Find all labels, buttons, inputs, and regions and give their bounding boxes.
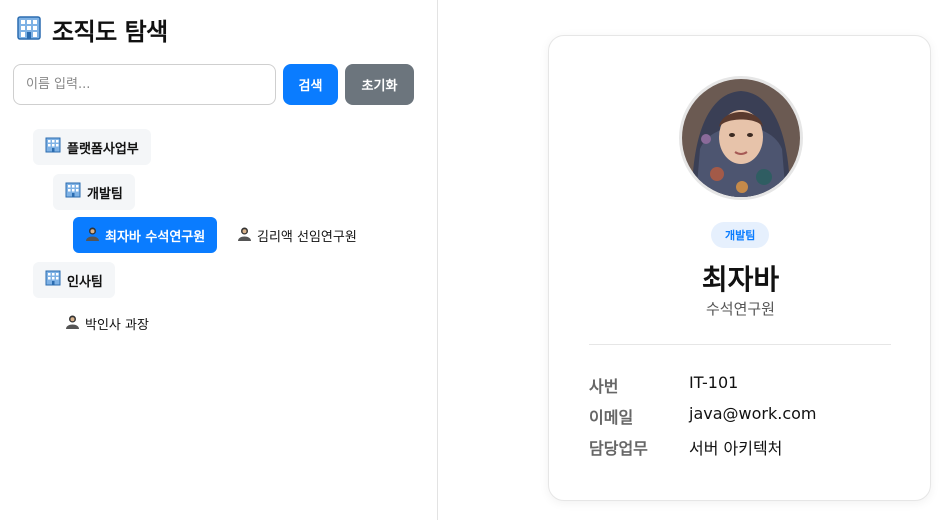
profile-name: 최자바 [701,263,780,296]
person-icon [85,226,100,245]
building-icon [45,137,61,157]
tree-node-label: 플랫폼사업부 [67,141,139,157]
member-label: 박인사 과장 [85,317,149,333]
member-kim[interactable]: 김리액 선임연구원 [225,217,369,253]
member-label: 최자바 수석연구원 [105,229,206,245]
reset-button[interactable]: 초기화 [345,64,414,105]
avatar [679,76,803,200]
info-value: java@work.com [689,404,817,423]
info-label: 사번 [589,377,619,396]
tree-node-label: 개발팀 [87,186,123,202]
info-row-emp-id: 사번 IT-101 [589,373,738,397]
person-icon [65,314,80,333]
tree-team-hr[interactable]: 인사팀 [33,262,115,298]
profile-card: 개발팀 최자바 수석연구원 사번 IT-101 이메일 java@work.co… [548,35,931,501]
tree-team-dev[interactable]: 개발팀 [53,174,135,210]
person-icon [237,226,252,245]
org-chart-app: 조직도 탐색 검색 초기화 플랫폼사업부 개발팀 최자바 수석연구원 [0,0,944,520]
divider [589,344,891,345]
name-search-input[interactable] [13,64,276,105]
member-label: 김리액 선임연구원 [257,229,357,245]
tree-node-label: 인사팀 [67,274,103,290]
info-value: IT-101 [689,373,739,392]
building-icon [65,182,81,202]
tree-dept-platform[interactable]: 플랫폼사업부 [33,129,151,165]
page-header: 조직도 탐색 [16,12,168,47]
member-choi[interactable]: 최자바 수석연구원 [73,217,218,253]
info-label: 담당업무 [589,439,648,458]
building-icon [16,15,42,45]
member-park[interactable]: 박인사 과장 [53,305,161,341]
search-bar: 검색 초기화 [13,64,414,105]
profile-position: 수석연구원 [705,300,775,318]
page-title: 조직도 탐색 [52,18,168,46]
info-row-email: 이메일 java@work.com [589,404,817,428]
info-label: 이메일 [589,408,634,427]
info-value: 서버 아키텍처 [689,439,783,458]
org-tree-panel: 조직도 탐색 검색 초기화 플랫폼사업부 개발팀 최자바 수석연구원 [0,0,438,520]
search-button[interactable]: 검색 [283,64,338,105]
department-badge: 개발팀 [711,222,770,248]
info-row-duty: 담당업무 서버 아키텍처 [589,435,782,459]
building-icon [45,270,61,290]
